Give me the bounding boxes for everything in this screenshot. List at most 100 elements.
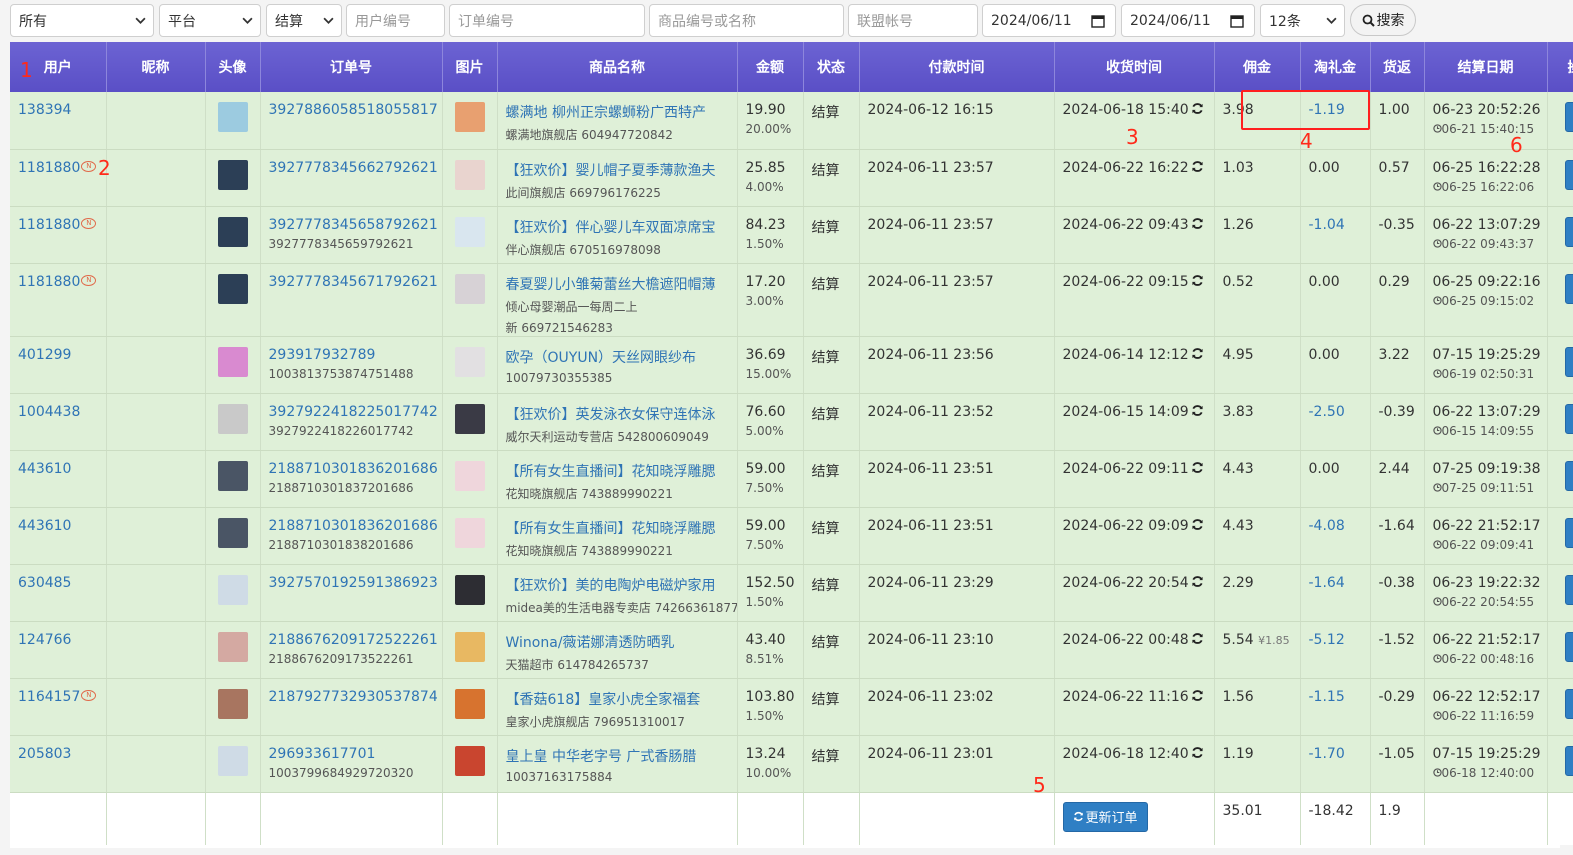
refresh-icon[interactable] (1191, 217, 1204, 230)
taolijin-value[interactable]: -1.64 (1309, 575, 1345, 591)
search-button[interactable]: 搜索 (1350, 4, 1416, 36)
order-link[interactable]: 3927778345662792621 (269, 160, 438, 176)
calendar-icon[interactable] (1091, 14, 1105, 28)
product-thumbnail[interactable] (454, 688, 485, 719)
user-link[interactable]: 205803 (18, 746, 71, 762)
user-link[interactable]: 443610 (18, 461, 71, 477)
taolijin-value[interactable]: -4.08 (1309, 518, 1345, 534)
product-thumbnail[interactable] (454, 460, 485, 491)
edit-button[interactable] (1564, 688, 1573, 719)
product-thumbnail[interactable] (454, 745, 485, 776)
product-thumbnail[interactable] (454, 574, 485, 605)
refresh-icon[interactable] (1191, 102, 1204, 115)
product-link[interactable]: Winona/薇诺娜清透防晒乳 (506, 632, 729, 652)
edit-button[interactable] (1564, 216, 1573, 247)
user-link[interactable]: 1181880 (18, 274, 80, 290)
product-link[interactable]: 皇上皇 中华老字号 广式香肠腊 (506, 746, 729, 766)
user-link[interactable]: 1164157 (18, 689, 80, 705)
user-link[interactable]: 1181880 (18, 160, 80, 176)
date-to-input[interactable]: 2024/06/11 (1121, 4, 1255, 37)
settle-select[interactable]: 结算 (266, 4, 342, 37)
taolijin-value[interactable]: -1.70 (1309, 746, 1345, 762)
product-thumbnail[interactable] (454, 403, 485, 434)
shop-info: 皇家小虎旗舰店 796951310017 (505, 714, 685, 729)
shop-info: 花知晓旗舰店 743889990221 (505, 486, 673, 501)
product-link[interactable]: 【狂欢价】婴儿帽子夏季薄款渔夫 (506, 160, 729, 180)
refresh-icon[interactable] (1191, 404, 1204, 417)
edit-button[interactable] (1564, 574, 1573, 605)
edit-button[interactable] (1564, 273, 1573, 304)
product-link[interactable]: 【所有女生直播间】花知晓浮雕腮 (506, 461, 729, 481)
date-from-input[interactable]: 2024/06/11 (982, 4, 1116, 37)
user-link[interactable]: 443610 (18, 518, 71, 534)
edit-button[interactable] (1564, 403, 1573, 434)
refresh-icon[interactable] (1191, 160, 1204, 173)
product-input[interactable]: 商品编号或名称 (649, 4, 844, 37)
table-row: 443610 2188710301836201686 218871030183720… (10, 450, 1573, 508)
refresh-icon[interactable] (1191, 518, 1204, 531)
refresh-icon[interactable] (1191, 575, 1204, 588)
order-link[interactable]: 3927778345671792621 (269, 274, 438, 290)
edit-button[interactable] (1564, 346, 1573, 377)
user-link[interactable]: 1181880 (18, 217, 80, 233)
product-link[interactable]: 螺满地 柳州正宗螺蛳粉广西特产 (506, 102, 729, 122)
alliance-account-input[interactable]: 联盟帐号 (848, 4, 978, 37)
product-link[interactable]: 春夏婴儿小雏菊蕾丝大檐遮阳帽薄 (506, 274, 729, 294)
product-thumbnail[interactable] (454, 631, 485, 662)
product-link[interactable]: 【所有女生直播间】花知晓浮雕腮 (506, 518, 729, 538)
edit-button[interactable] (1564, 102, 1573, 132)
product-thumbnail[interactable] (454, 102, 485, 132)
order-link[interactable]: 2188710301836201686 (269, 461, 438, 477)
calendar-icon[interactable] (1230, 14, 1244, 28)
order-link[interactable]: 293917932789 (269, 347, 434, 363)
product-link[interactable]: 【狂欢价】美的电陶炉电磁炉家用 (506, 575, 729, 595)
refresh-icon[interactable] (1191, 632, 1204, 645)
edit-button[interactable] (1564, 159, 1573, 190)
product-link[interactable]: 【香菇618】皇家小虎全家福套 (506, 689, 729, 709)
product-thumbnail[interactable] (454, 346, 485, 377)
product-link[interactable]: 【狂欢价】伴心婴儿车双面凉席宝 (506, 217, 729, 237)
taolijin-value[interactable]: -5.12 (1309, 632, 1345, 648)
user-link[interactable]: 138394 (18, 102, 71, 118)
order-link[interactable]: 3927778345658792621 (269, 217, 438, 233)
refresh-icon[interactable] (1191, 689, 1204, 702)
platform-select[interactable]: 平台 (159, 4, 261, 37)
edit-button[interactable] (1564, 460, 1573, 491)
order-link[interactable]: 2188676209172522261 (269, 632, 438, 648)
edit-button[interactable] (1564, 745, 1573, 776)
product-link[interactable]: 欧孕（OUYUN）天丝网眼纱布 (506, 347, 729, 367)
user-id-input[interactable]: 用户编号 (346, 4, 445, 37)
cell-order: 3927570192591386923 (260, 564, 443, 622)
taolijin-value[interactable]: -1.15 (1309, 689, 1345, 705)
user-link[interactable]: 630485 (18, 575, 71, 591)
order-link[interactable]: 296933617701 (269, 746, 434, 762)
amount-value: 19.90 (745, 102, 786, 118)
product-thumbnail[interactable] (454, 216, 485, 247)
product-thumbnail[interactable] (454, 159, 485, 190)
refresh-icon[interactable] (1191, 746, 1204, 759)
user-link[interactable]: 124766 (18, 632, 71, 648)
refresh-icon[interactable] (1191, 347, 1204, 360)
taolijin-value[interactable]: -2.50 (1309, 404, 1345, 420)
product-thumbnail[interactable] (454, 517, 485, 548)
refresh-icon[interactable] (1191, 274, 1204, 287)
product-link[interactable]: 【狂欢价】英发泳衣女保守连体泳 (506, 404, 729, 424)
update-orders-button[interactable]: 更新订单 (1062, 801, 1148, 832)
all-select[interactable]: 所有 (10, 4, 154, 37)
edit-button[interactable] (1564, 631, 1573, 662)
order-no-input[interactable]: 订单编号 (449, 4, 645, 37)
order-link[interactable]: 2188710301836201686 (269, 518, 438, 534)
user-link[interactable]: 1004438 (18, 404, 80, 420)
refresh-icon[interactable] (1191, 461, 1204, 474)
pay-time: 2024-06-11 23:57 (867, 216, 994, 233)
order-link[interactable]: 3927922418225017742 (269, 404, 438, 420)
edit-button[interactable] (1564, 517, 1573, 548)
order-link[interactable]: 3927570192591386923 (269, 575, 438, 591)
taolijin-value[interactable]: -1.04 (1309, 217, 1345, 233)
product-thumbnail[interactable] (454, 273, 485, 304)
order-link[interactable]: 2187927732930537874 (269, 689, 438, 705)
user-link[interactable]: 401299 (18, 347, 71, 363)
marker-4: 4 (1300, 129, 1313, 153)
order-link[interactable]: 3927886058518055817 (269, 102, 438, 118)
page-size-select[interactable]: 12条 (1260, 4, 1345, 37)
